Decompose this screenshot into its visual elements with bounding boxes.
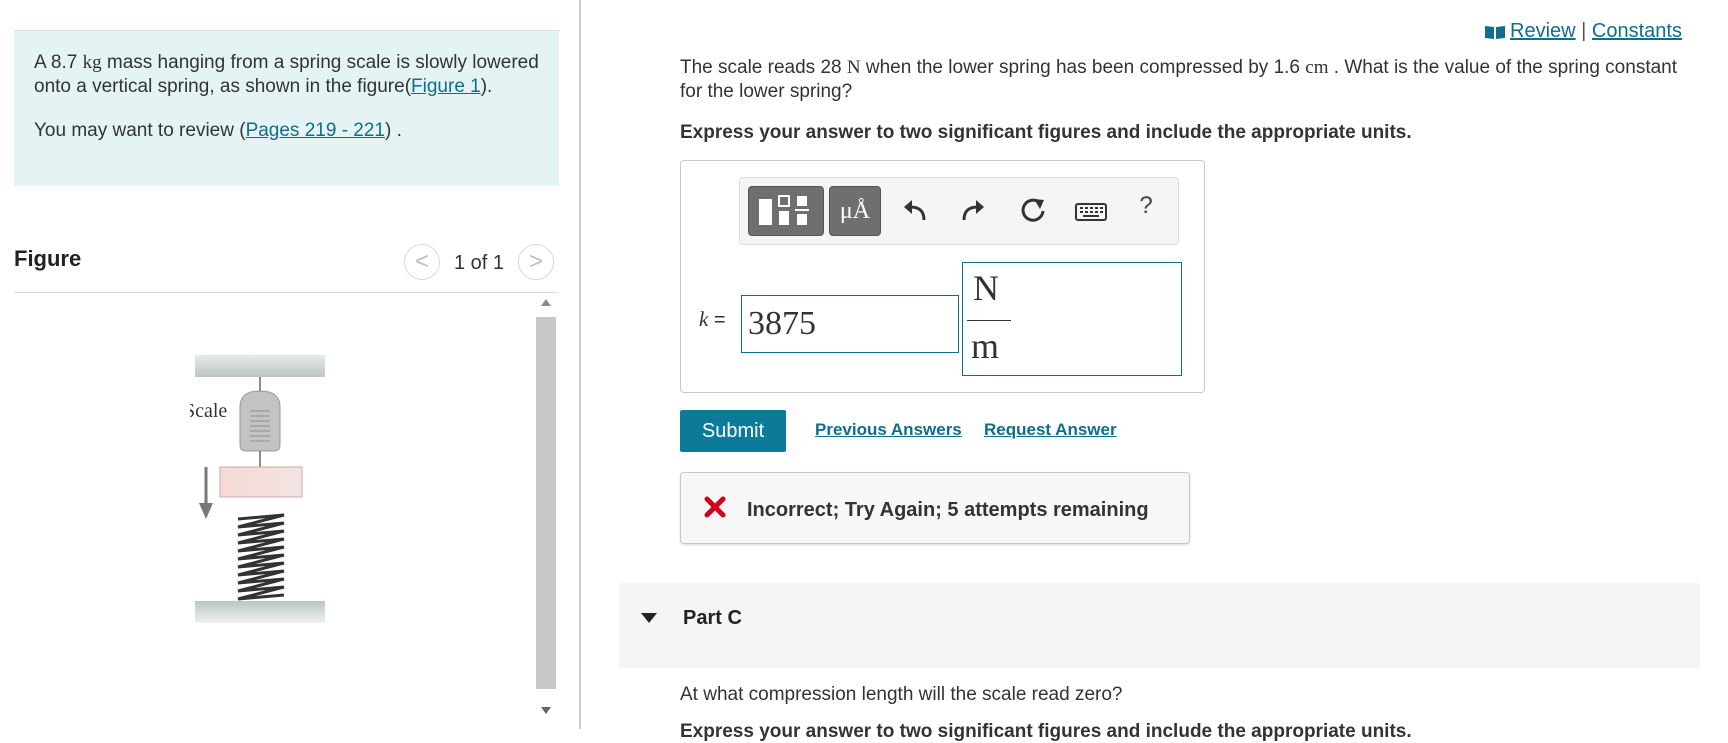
book-icon [1485,25,1505,39]
variable-label: k = [699,307,726,331]
answer-instruction: Express your answer to two significant f… [680,122,1412,143]
feedback-box: Incorrect; Try Again; 5 attempts remaini… [680,472,1190,544]
caret-down-icon[interactable] [641,613,657,623]
previous-answers-link[interactable]: Previous Answers [815,420,962,440]
next-figure-button[interactable]: > [518,244,554,280]
intro-text: A 8.7 kg mass hanging from a spring scal… [34,52,539,97]
down-arrow [199,503,213,519]
keyboard-icon[interactable] [1074,196,1108,226]
question-text: The scale reads 28 N when the lower spri… [680,57,1678,102]
units-input[interactable]: N m [962,262,1182,376]
review-text: You may want to review (Pages 219 - 221)… [34,120,402,141]
mass-block [219,466,303,498]
math-toolbar: μÅ ? [739,177,1179,245]
problem-intro: A 8.7 kg mass hanging from a spring scal… [14,30,559,186]
unit-numerator[interactable]: N [973,267,999,309]
submit-button[interactable]: Submit [680,410,786,452]
link-separator: | [1581,20,1587,42]
lower-spring [237,513,285,601]
ceiling [195,355,325,377]
undo-icon[interactable] [900,196,930,226]
feedback-text: Incorrect; Try Again; 5 attempts remaini… [747,499,1149,521]
answer-box: μÅ ? k = N m [680,160,1205,393]
reset-icon[interactable] [1018,196,1048,226]
review-constants-links: Review | Constants [1484,20,1682,43]
units-button[interactable]: μÅ [829,186,881,236]
floor [195,601,325,623]
templates-button[interactable] [748,186,824,236]
force-unit: N [846,57,861,78]
part-c-header[interactable]: Part C [619,583,1700,668]
scroll-down-arrow[interactable] [541,707,551,714]
pages-link[interactable]: Pages 219 - 221 [246,120,385,141]
pane-divider[interactable] [579,0,581,729]
help-button[interactable]: ? [1134,192,1158,222]
mass-unit: kg [82,52,102,73]
figure-title: Figure [14,246,82,271]
prev-figure-button[interactable]: < [404,244,440,280]
scroll-thumb[interactable] [536,317,556,689]
figure-counter: 1 of 1 [454,252,505,274]
constants-link[interactable]: Constants [1592,20,1682,42]
redo-icon[interactable] [958,196,988,226]
value-input[interactable] [741,295,959,353]
figure-header: Figure < 1 of 1 > [14,244,559,293]
scroll-up-arrow[interactable] [541,299,551,306]
review-link[interactable]: Review [1510,20,1576,42]
part-c-title: Part C [683,607,742,629]
incorrect-x-icon [704,496,726,518]
length-unit: cm [1305,57,1329,78]
fraction-bar [967,320,1011,321]
templates-icon [759,195,809,225]
scale-label: Scale [190,400,227,422]
figure-link[interactable]: Figure 1 [411,76,481,97]
left-pane: A 8.7 kg mass hanging from a spring scal… [0,0,578,729]
part-c-instruction: Express your answer to two significant f… [680,721,1412,742]
request-answer-link[interactable]: Request Answer [984,420,1117,440]
unit-denominator[interactable]: m [971,325,999,367]
part-c-question: At what compression length will the scal… [680,684,1123,705]
spring-scale-figure: Scale [190,355,325,623]
figure-scrollbar[interactable] [534,295,558,729]
